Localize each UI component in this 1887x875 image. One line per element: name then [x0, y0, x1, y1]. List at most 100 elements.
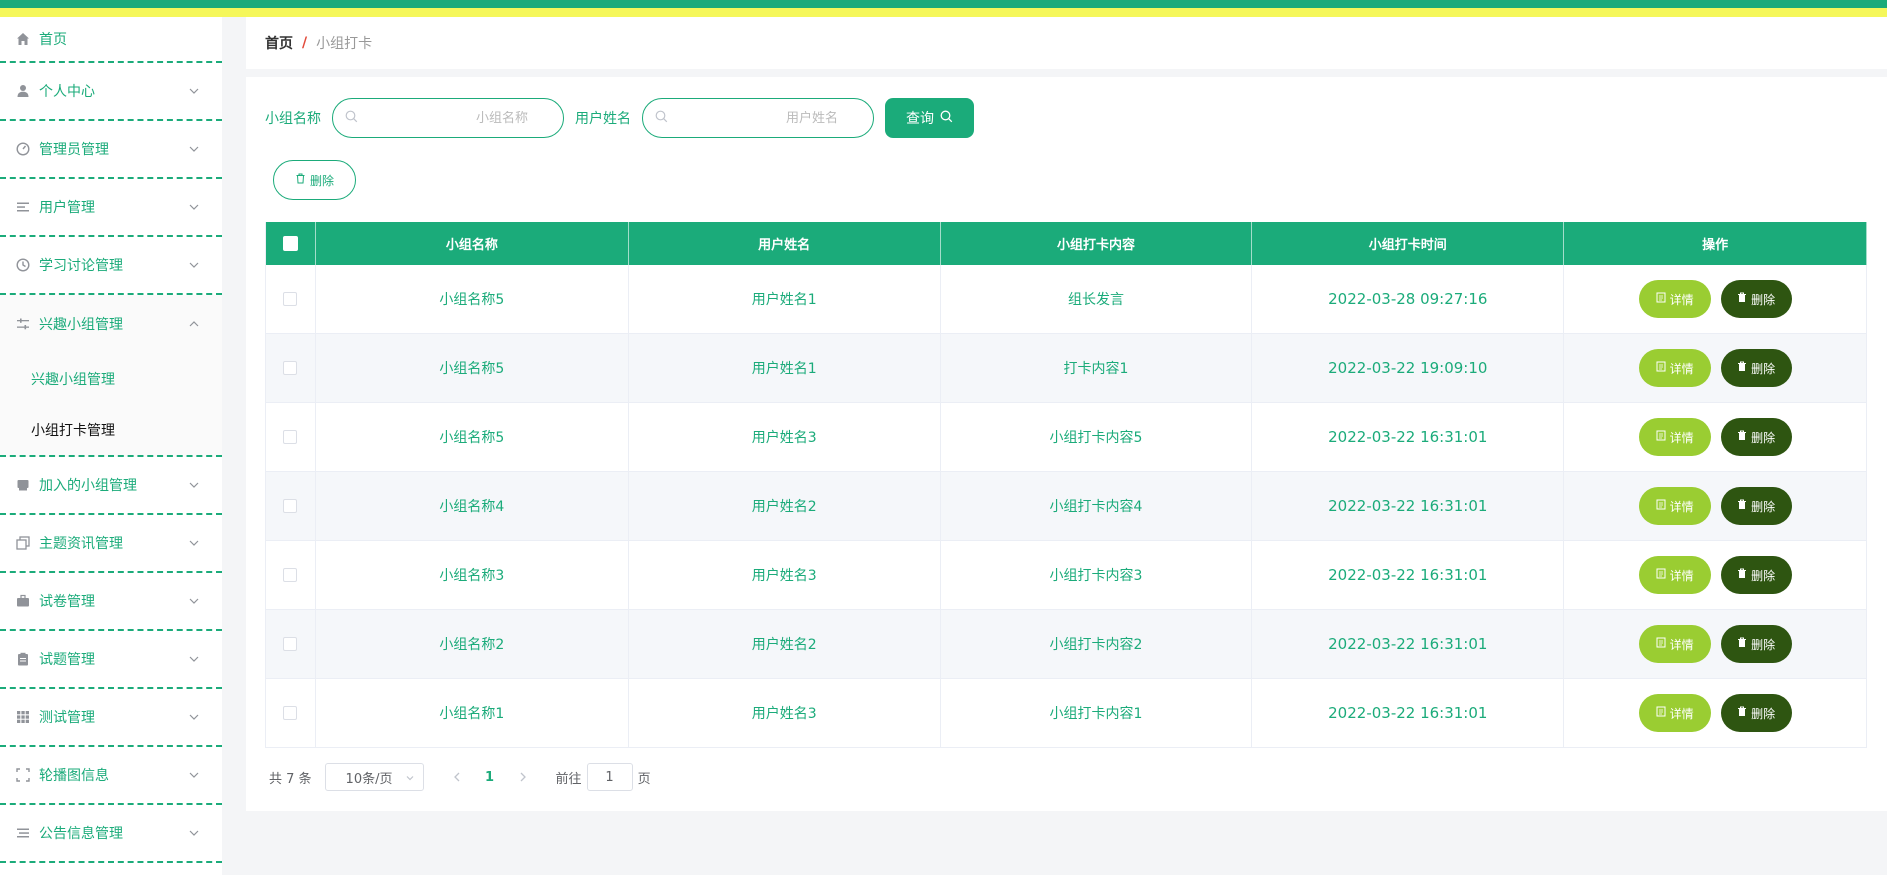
trash-icon — [1737, 499, 1747, 513]
sidebar-item-carousel[interactable]: 轮播图信息 — [0, 747, 222, 805]
search-icon — [345, 110, 358, 127]
sidebar-item-label: 轮播图信息 — [39, 768, 109, 784]
cell-group-name: 小组名称5 — [316, 334, 629, 402]
search-form: 小组名称 用户姓名 查询 — [265, 98, 974, 138]
sidebar-item-news[interactable]: 主题资讯管理 — [0, 515, 222, 573]
sidebar-item-tests[interactable]: 测试管理 — [0, 689, 222, 747]
row-checkbox[interactable] — [283, 706, 298, 720]
row-checkbox[interactable] — [283, 292, 298, 306]
detail-button[interactable]: 详情 — [1638, 280, 1711, 318]
detail-button[interactable]: 详情 — [1638, 694, 1711, 732]
search-icon — [940, 110, 953, 127]
cell-checkin-time: 2022-03-28 09:27:16 — [1252, 265, 1565, 333]
breadcrumb-home[interactable]: 首页 — [265, 33, 293, 53]
sidebar-item-discussion[interactable]: 学习讨论管理 — [0, 237, 222, 295]
detail-button-label: 详情 — [1669, 292, 1694, 307]
user-name-input[interactable] — [668, 110, 858, 126]
delete-button[interactable]: 删除 — [1720, 694, 1792, 732]
column-header: 小组名称 — [316, 222, 629, 265]
top-green-stripe — [0, 0, 1887, 8]
chevron-down-icon — [188, 653, 200, 665]
delete-button[interactable]: 删除 — [1720, 349, 1792, 387]
row-checkbox[interactable] — [283, 499, 298, 513]
prev-page-button[interactable] — [442, 763, 472, 791]
next-page-button[interactable] — [508, 763, 538, 791]
cell-user-name: 用户姓名1 — [629, 334, 941, 402]
cell-user-name: 用户姓名2 — [629, 472, 941, 540]
delete-button-label: 删除 — [1751, 568, 1776, 583]
delete-button-label: 删除 — [1751, 499, 1776, 514]
row-checkbox[interactable] — [283, 568, 298, 582]
sidebar-item-label: 主题资讯管理 — [39, 536, 123, 552]
detail-button[interactable]: 详情 — [1638, 418, 1711, 456]
chevron-down-icon — [188, 537, 200, 549]
row-select-cell — [266, 472, 316, 540]
chevron-down-icon — [188, 85, 200, 97]
group-name-field[interactable] — [332, 98, 564, 138]
sidebar-subitem-interest-group-manage[interactable]: 兴趣小组管理 — [0, 353, 222, 404]
sidebar-item-interest-groups[interactable]: 兴趣小组管理 — [0, 295, 222, 353]
delete-button[interactable]: 删除 — [1720, 556, 1792, 594]
table-body: 小组名称5 用户姓名1 组长发言 2022-03-28 09:27:16 详情 删除 小组名… — [266, 265, 1868, 748]
chevron-down-icon — [188, 143, 200, 155]
delete-button-label: 删除 — [1751, 706, 1776, 721]
sidebar-subitem-group-checkin[interactable]: 小组打卡管理 — [0, 404, 222, 455]
cell-group-name: 小组名称5 — [316, 265, 629, 333]
goto-page-input[interactable]: 1 — [586, 763, 633, 791]
sidebar-item-announcements[interactable]: 公告信息管理 — [0, 805, 222, 863]
user-name-field[interactable] — [642, 98, 874, 138]
group-name-label: 小组名称 — [265, 111, 321, 127]
sidebar-item-papers[interactable]: 试卷管理 — [0, 573, 222, 631]
page-number-current[interactable]: 1 — [472, 770, 508, 785]
pagination: 共 7 条 10条/页 1 前往 1 页 — [269, 763, 651, 791]
cell-actions: 详情 删除 — [1564, 679, 1868, 747]
delete-button[interactable]: 删除 — [1720, 280, 1792, 318]
detail-button[interactable]: 详情 — [1638, 556, 1711, 594]
batch-delete-button[interactable]: 删除 — [273, 160, 356, 200]
row-checkbox[interactable] — [283, 637, 298, 651]
clock-icon — [15, 257, 31, 273]
delete-button[interactable]: 删除 — [1720, 418, 1792, 456]
cell-actions: 详情 删除 — [1564, 541, 1868, 609]
cell-checkin-time: 2022-03-22 19:09:10 — [1252, 334, 1565, 402]
sliders-icon — [15, 316, 31, 332]
sidebar-item-users[interactable]: 用户管理 — [0, 179, 222, 237]
main-area: 首页 / 小组打卡 小组名称 用户姓名 查询 删除 — [246, 17, 1887, 811]
chevron-down-icon — [405, 772, 415, 787]
sidebar-item-questions[interactable]: 试题管理 — [0, 631, 222, 689]
goto-prefix: 前往 — [555, 771, 582, 787]
cell-actions: 详情 删除 — [1564, 403, 1868, 471]
select-all-checkbox[interactable] — [282, 236, 298, 251]
row-checkbox[interactable] — [283, 361, 298, 375]
column-header: 小组打卡内容 — [941, 222, 1253, 265]
sidebar-item-admin[interactable]: 管理员管理 — [0, 121, 222, 179]
delete-button[interactable]: 删除 — [1720, 625, 1792, 663]
page-size-select[interactable]: 10条/页 — [324, 763, 424, 791]
query-button[interactable]: 查询 — [885, 98, 974, 138]
sidebar-item-label: 学习讨论管理 — [39, 258, 123, 274]
user-icon — [15, 83, 31, 99]
sidebar-item-joined-groups[interactable]: 加入的小组管理 — [0, 457, 222, 515]
sidebar-item-profile[interactable]: 个人中心 — [0, 63, 222, 121]
briefcase-icon — [15, 593, 31, 609]
cell-group-name: 小组名称5 — [316, 403, 629, 471]
row-checkbox[interactable] — [283, 430, 298, 444]
delete-button-label: 删除 — [1751, 637, 1776, 652]
column-header: 操作 — [1564, 222, 1868, 265]
pagination-total: 共 7 条 — [269, 771, 312, 787]
detail-button[interactable]: 详情 — [1638, 349, 1711, 387]
cell-user-name: 用户姓名3 — [629, 403, 941, 471]
delete-button[interactable]: 删除 — [1720, 487, 1792, 525]
group-name-input[interactable] — [358, 110, 548, 126]
delete-button-label: 删除 — [1751, 292, 1776, 307]
cell-group-name: 小组名称2 — [316, 610, 629, 678]
chevron-up-icon — [188, 318, 200, 330]
table-row: 小组名称5 用户姓名3 小组打卡内容5 2022-03-22 16:31:01 详情 删除 — [266, 403, 1868, 472]
cell-actions: 详情 删除 — [1564, 610, 1868, 678]
breadcrumb-separator: / — [302, 35, 308, 51]
column-header: 小组打卡时间 — [1252, 222, 1565, 265]
detail-button[interactable]: 详情 — [1638, 487, 1711, 525]
sidebar-item-home[interactable]: 首页 — [0, 17, 222, 63]
table-row: 小组名称4 用户姓名2 小组打卡内容4 2022-03-22 16:31:01 详情 删除 — [266, 472, 1868, 541]
detail-button[interactable]: 详情 — [1638, 625, 1711, 663]
